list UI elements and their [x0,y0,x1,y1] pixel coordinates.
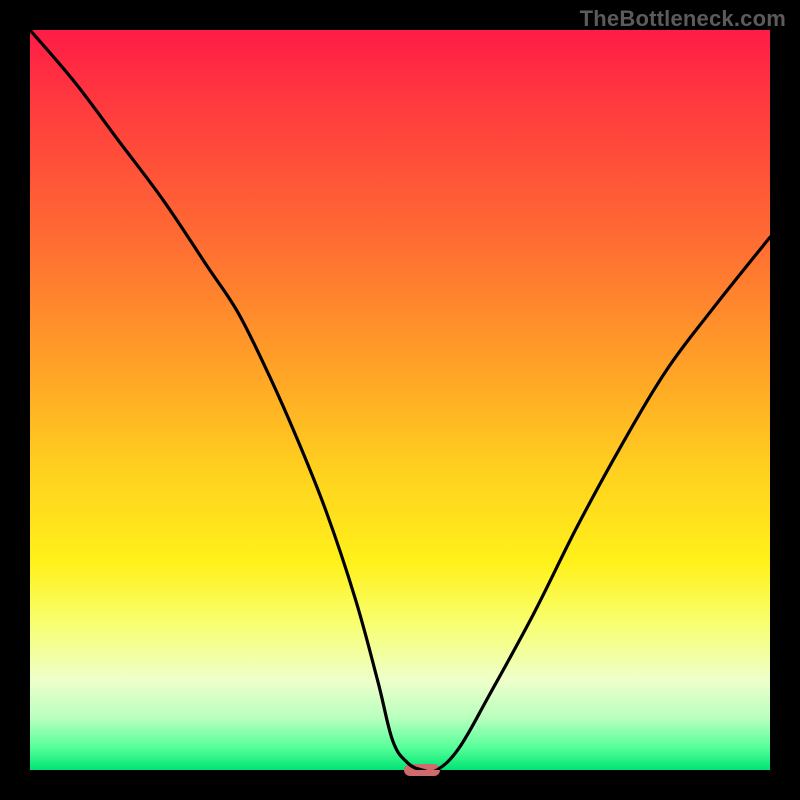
bottleneck-curve [30,30,770,770]
plot-area [30,30,770,770]
curve-svg [30,30,770,770]
chart-frame: TheBottleneck.com [0,0,800,800]
watermark-text: TheBottleneck.com [580,6,786,32]
